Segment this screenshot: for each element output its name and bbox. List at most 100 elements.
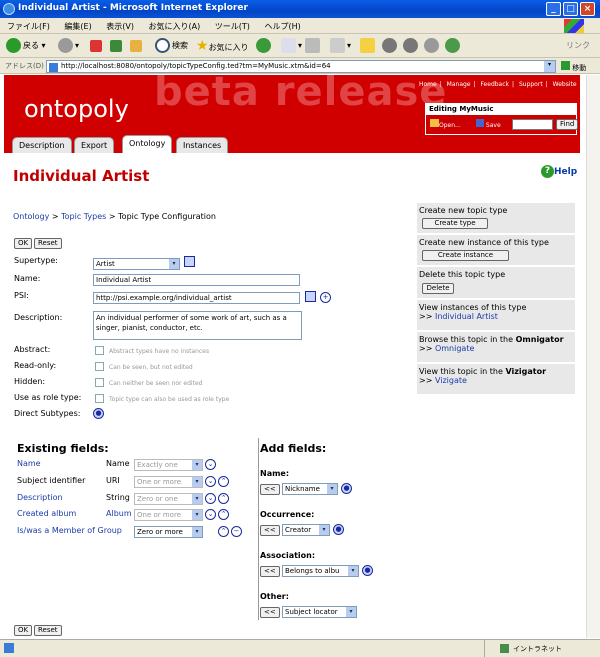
refresh-button[interactable] [110, 38, 124, 54]
psi-link-icon[interactable] [305, 291, 316, 302]
ok-button-bottom[interactable]: OK [14, 625, 33, 636]
search-button[interactable]: 検索 [155, 38, 188, 54]
remove-field-icon[interactable]: − [231, 526, 242, 537]
add-name-select[interactable]: Nickname ▾ [282, 483, 338, 495]
hidden-checkbox[interactable] [95, 378, 104, 387]
create-association-type-icon[interactable]: ● [362, 565, 373, 576]
existing-field-created-album[interactable]: Created album [17, 509, 76, 518]
go-button[interactable]: 移動 [561, 61, 586, 73]
move-up-icon[interactable]: ⌃ [218, 526, 229, 537]
maximize-button[interactable]: □ [563, 2, 578, 16]
discuss-button[interactable] [424, 38, 441, 54]
add-association-select[interactable]: Belongs to albu ▾ [282, 565, 359, 577]
view-supertype-icon[interactable] [184, 256, 195, 267]
help-link[interactable]: ? Help [541, 165, 577, 178]
link-home[interactable]: Home [419, 81, 437, 88]
gear-button[interactable] [382, 38, 399, 54]
move-up-icon[interactable]: ⌃ [218, 476, 229, 487]
reset-button-bottom[interactable]: Reset [34, 625, 62, 636]
move-down-icon[interactable]: ⌄ [205, 459, 216, 470]
existing-field-description[interactable]: Description [17, 493, 63, 502]
create-name-type-icon[interactable]: ● [341, 483, 352, 494]
minimize-button[interactable]: _ [546, 2, 561, 16]
create-instance-box: Create new instance of this type Create … [417, 235, 575, 265]
omnigate-link[interactable]: Omnigate [435, 344, 474, 353]
home-button[interactable] [130, 38, 144, 54]
move-down-icon[interactable]: ⌄ [205, 509, 216, 520]
find-input[interactable] [512, 119, 553, 130]
tab-export[interactable]: Export [74, 137, 115, 153]
menu-tools[interactable]: ツール(T) [215, 22, 250, 31]
menu-view[interactable]: 表示(V) [106, 22, 134, 31]
menu-file[interactable]: ファイル(F) [7, 22, 50, 31]
readonly-checkbox[interactable] [95, 362, 104, 371]
move-down-icon[interactable]: ⌄ [205, 493, 216, 504]
link-feedback[interactable]: Feedback [480, 81, 509, 88]
vertical-scrollbar[interactable] [586, 75, 600, 638]
add-psi-icon[interactable]: + [320, 292, 331, 303]
history-button[interactable] [256, 38, 273, 54]
move-up-icon[interactable]: ⌃ [218, 493, 229, 504]
tab-instances[interactable]: Instances [176, 137, 229, 153]
move-down-icon[interactable]: ⌄ [205, 476, 216, 487]
add-subtype-icon[interactable]: ● [93, 408, 104, 419]
link-website[interactable]: Website [553, 81, 577, 88]
breadcrumb-topic-types[interactable]: Topic Types [61, 212, 106, 221]
abstract-checkbox[interactable] [95, 346, 104, 355]
psi-field[interactable]: http://psi.example.org/individual_artist [93, 292, 300, 304]
address-bar: アドレス(D) http://localhost:8080/ontopoly/t… [0, 58, 600, 74]
edit-button[interactable]: ▾ [330, 38, 351, 54]
create-type-button[interactable]: Create type [422, 218, 488, 229]
breadcrumb-ontology[interactable]: Ontology [13, 212, 49, 221]
existing-field-member-of-group[interactable]: Is/was a Member of Group [17, 526, 122, 535]
reset-button-top[interactable]: Reset [34, 238, 62, 249]
description-field[interactable]: An individual performer of some work of … [93, 311, 302, 340]
name-field[interactable]: Individual Artist [93, 274, 300, 286]
link-manage[interactable]: Manage [447, 81, 471, 88]
cardinality-select-member-of-group[interactable]: Zero or more ▾ [134, 526, 203, 538]
links-label[interactable]: リンク [566, 38, 590, 54]
stop-icon [90, 39, 102, 52]
add-name-button[interactable]: << [260, 484, 280, 495]
gear2-button[interactable] [403, 38, 420, 54]
address-input[interactable]: http://localhost:8080/ontopoly/topicType… [46, 60, 556, 73]
add-occurrence-button[interactable]: << [260, 525, 280, 536]
existing-field-name[interactable]: Name [17, 459, 41, 468]
add-occurrence-select[interactable]: Creator ▾ [282, 524, 330, 536]
view-instances-link[interactable]: Individual Artist [435, 312, 498, 321]
messenger-button[interactable] [445, 38, 462, 54]
create-occurrence-type-icon[interactable]: ● [333, 524, 344, 535]
add-other-select[interactable]: Subject locator ▾ [282, 606, 357, 618]
back-button[interactable]: 戻る ▾ [6, 38, 46, 54]
add-association-button[interactable]: << [260, 566, 280, 577]
existing-type-album[interactable]: Album [106, 509, 132, 518]
tab-description[interactable]: Description [12, 137, 72, 153]
link-support[interactable]: Support [519, 81, 543, 88]
tab-ontology[interactable]: Ontology [122, 135, 173, 153]
dropdown-arrow-icon: ▾ [192, 527, 202, 537]
vizigate-link[interactable]: Vizigate [435, 376, 467, 385]
menu-help[interactable]: ヘルプ(H) [264, 22, 300, 31]
menu-favorites[interactable]: お気に入り(A) [149, 22, 201, 31]
address-dropdown-icon[interactable]: ▾ [544, 61, 555, 72]
roletype-checkbox[interactable] [95, 394, 104, 403]
open-link[interactable]: Open... [430, 119, 461, 129]
find-button[interactable]: Find [556, 119, 579, 130]
delete-button[interactable]: Delete [422, 283, 454, 294]
move-up-icon[interactable]: ⌃ [218, 509, 229, 520]
stop-button[interactable] [90, 38, 104, 54]
close-button[interactable]: × [580, 2, 595, 16]
print-button[interactable] [305, 38, 322, 54]
menu-edit[interactable]: 編集(E) [64, 22, 91, 31]
create-instance-button[interactable]: Create instance [422, 250, 509, 261]
save-link[interactable]: Save [476, 119, 501, 129]
add-other-button[interactable]: << [260, 607, 280, 618]
favorites-button[interactable]: ★お気に入り [196, 38, 249, 54]
mail-button[interactable]: ▾ [281, 38, 302, 54]
help-icon: ? [541, 165, 554, 178]
note-button[interactable] [360, 38, 377, 54]
forward-button[interactable]: ▾ [58, 38, 79, 54]
supertype-select[interactable]: Artist ▾ [93, 258, 180, 270]
ok-button-top[interactable]: OK [14, 238, 33, 249]
psi-label: PSI: [14, 291, 29, 300]
